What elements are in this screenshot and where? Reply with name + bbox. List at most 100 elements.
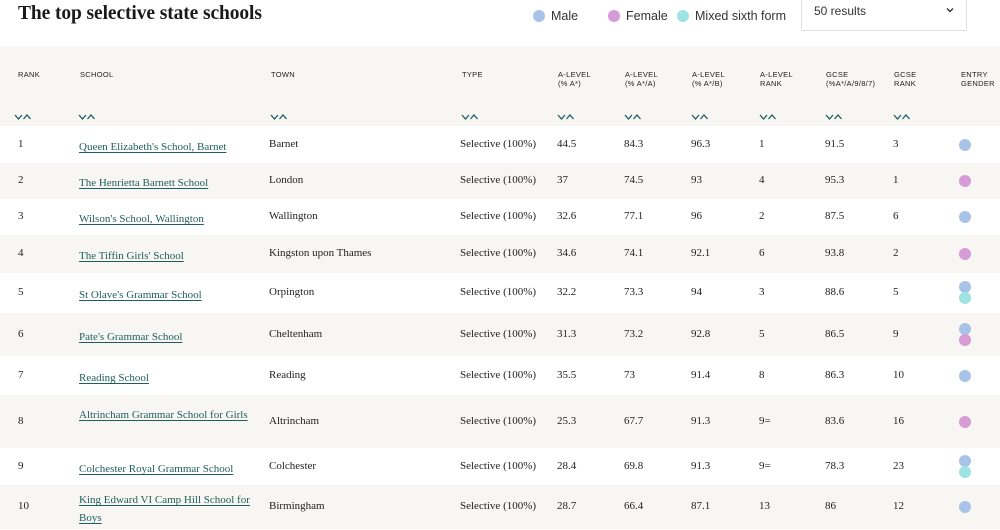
legend-dot: [608, 10, 620, 22]
entry-gender-dot: [959, 292, 971, 304]
cell-ab: 96.3: [691, 138, 711, 150]
cell-gcse: 87.5: [825, 210, 845, 222]
cell-rank: 2: [18, 174, 24, 186]
cell-rank: 6: [18, 328, 24, 340]
cell-arank: 1: [759, 138, 765, 150]
cell-arank: 6: [759, 247, 765, 259]
legend-dot: [677, 10, 689, 22]
column-header-type[interactable]: TYPE: [462, 70, 483, 79]
cell-type: Selective (100%): [460, 210, 537, 222]
cell-arank: 8: [759, 369, 765, 381]
sort-arrows-icon[interactable]: [557, 110, 575, 120]
cell-gcse: 78.3: [825, 460, 845, 472]
cell-type: Selective (100%): [460, 138, 537, 150]
cell-rank: 10: [18, 500, 29, 512]
cell-gcse: 95.3: [825, 174, 845, 186]
cell-town: Orpington: [269, 286, 315, 298]
cell-grank: 2: [893, 247, 899, 259]
column-header-town[interactable]: TOWN: [271, 70, 295, 79]
column-header-entry-gender[interactable]: ENTRY GENDER: [961, 70, 995, 88]
sort-arrows-icon[interactable]: [270, 110, 288, 120]
column-header-alevel-aa[interactable]: A-LEVEL (% A*/A): [625, 70, 658, 88]
cell-grank: 6: [893, 210, 899, 222]
cell-ab: 87.1: [691, 500, 711, 512]
cell-gcse: 86.5: [825, 328, 845, 340]
cell-aa: 73: [624, 369, 635, 381]
school-link[interactable]: The Henrietta Barnett School: [79, 177, 208, 189]
cell-arank: 4: [759, 174, 765, 186]
school-link[interactable]: Wilson's School, Wallington: [79, 213, 204, 225]
cell-type: Selective (100%): [460, 369, 537, 381]
cell-arank: 2: [759, 210, 765, 222]
entry-gender-dot: [959, 211, 971, 223]
cell-ab: 91.4: [691, 369, 711, 381]
entry-gender-dot: [959, 466, 971, 478]
cell-school: Queen Elizabeth's School, Barnet: [79, 138, 264, 156]
table-row: 9 Colchester Royal Grammar School Colchest…: [0, 448, 1000, 485]
column-header-line: ENTRY: [961, 70, 988, 79]
cell-school: The Tiffin Girls' School: [79, 247, 264, 265]
cell-grank: 23: [893, 460, 904, 472]
cell-school: St Olave's Grammar School: [79, 286, 264, 304]
sort-arrows-icon[interactable]: [759, 110, 777, 120]
table-body: 1 Queen Elizabeth's School, Barnet Barnet S…: [0, 126, 1000, 529]
school-link[interactable]: St Olave's Grammar School: [79, 289, 202, 301]
column-header-rank[interactable]: RANK: [18, 70, 40, 79]
school-link[interactable]: Colchester Royal Grammar School: [79, 463, 233, 475]
column-header-line: RANK: [760, 79, 783, 88]
column-header-line: RANK: [894, 79, 917, 88]
legend-label: Male: [551, 9, 579, 23]
cell-type: Selective (100%): [460, 174, 537, 186]
column-header-school[interactable]: SCHOOL: [80, 70, 113, 79]
entry-gender-dot: [959, 334, 971, 346]
cell-gcse: 86: [825, 500, 836, 512]
column-header-alevel-rank[interactable]: A-LEVEL RANK: [760, 70, 793, 88]
school-link[interactable]: Reading School: [79, 372, 149, 384]
column-header-line: (%A*/A/9/8/7): [826, 79, 876, 88]
cell-gcse: 93.8: [825, 247, 845, 259]
column-header-alevel-a[interactable]: A-LEVEL (% A*): [558, 70, 591, 88]
entry-gender-dot: [959, 501, 971, 513]
table-row: 5 St Olave's Grammar School Orpington Selec…: [0, 273, 1000, 313]
cell-grank: 12: [893, 500, 904, 512]
legend-label: Female: [626, 9, 668, 23]
cell-a: 25.3: [557, 415, 577, 427]
column-header-gcse-rank[interactable]: GCSE RANK: [894, 70, 916, 88]
column-header-line: (% A*): [558, 79, 582, 88]
cell-a: 28.7: [557, 500, 577, 512]
cell-school: Colchester Royal Grammar School: [79, 460, 264, 478]
school-link[interactable]: Altrincham Grammar School for Girls: [79, 409, 248, 421]
cell-aa: 84.3: [624, 138, 644, 150]
column-header-alevel-ab[interactable]: A-LEVEL (% A*/B): [692, 70, 725, 88]
school-link[interactable]: Queen Elizabeth's School, Barnet: [79, 141, 226, 153]
sort-arrows-icon[interactable]: [14, 110, 32, 120]
sort-arrows-icon[interactable]: [624, 110, 642, 120]
legend-item-mixed-sixth-form: Mixed sixth form: [677, 8, 786, 24]
table-row: 10 King Edward VI Camp Hill School for Bo…: [0, 485, 1000, 529]
school-link[interactable]: Pate's Grammar School: [79, 331, 182, 343]
cell-rank: 7: [18, 369, 24, 381]
cell-aa: 69.8: [624, 460, 644, 472]
cell-arank: 3: [759, 286, 765, 298]
entry-gender-dot: [959, 139, 971, 151]
cell-rank: 9: [18, 460, 24, 472]
cell-type: Selective (100%): [460, 286, 537, 298]
sort-arrows-icon[interactable]: [78, 110, 96, 120]
cell-rank: 3: [18, 210, 24, 222]
cell-aa: 73.2: [624, 328, 644, 340]
cell-arank: 9=: [759, 460, 771, 472]
column-header-gcse[interactable]: GCSE (%A*/A/9/8/7): [826, 70, 875, 88]
cell-ab: 96: [691, 210, 702, 222]
school-link[interactable]: King Edward VI Camp Hill School for Boys: [79, 494, 250, 524]
cell-a: 35.5: [557, 369, 577, 381]
sort-arrows-icon[interactable]: [691, 110, 709, 120]
cell-school: Pate's Grammar School: [79, 328, 264, 346]
cell-a: 44.5: [557, 138, 577, 150]
school-link[interactable]: The Tiffin Girls' School: [79, 250, 184, 262]
sort-arrows-icon[interactable]: [461, 110, 479, 120]
cell-ab: 91.3: [691, 460, 711, 472]
sort-arrows-icon[interactable]: [825, 110, 843, 120]
sort-arrows-icon[interactable]: [893, 110, 911, 120]
results-count-select[interactable]: 50 results: [801, 0, 967, 31]
cell-a: 31.3: [557, 328, 577, 340]
